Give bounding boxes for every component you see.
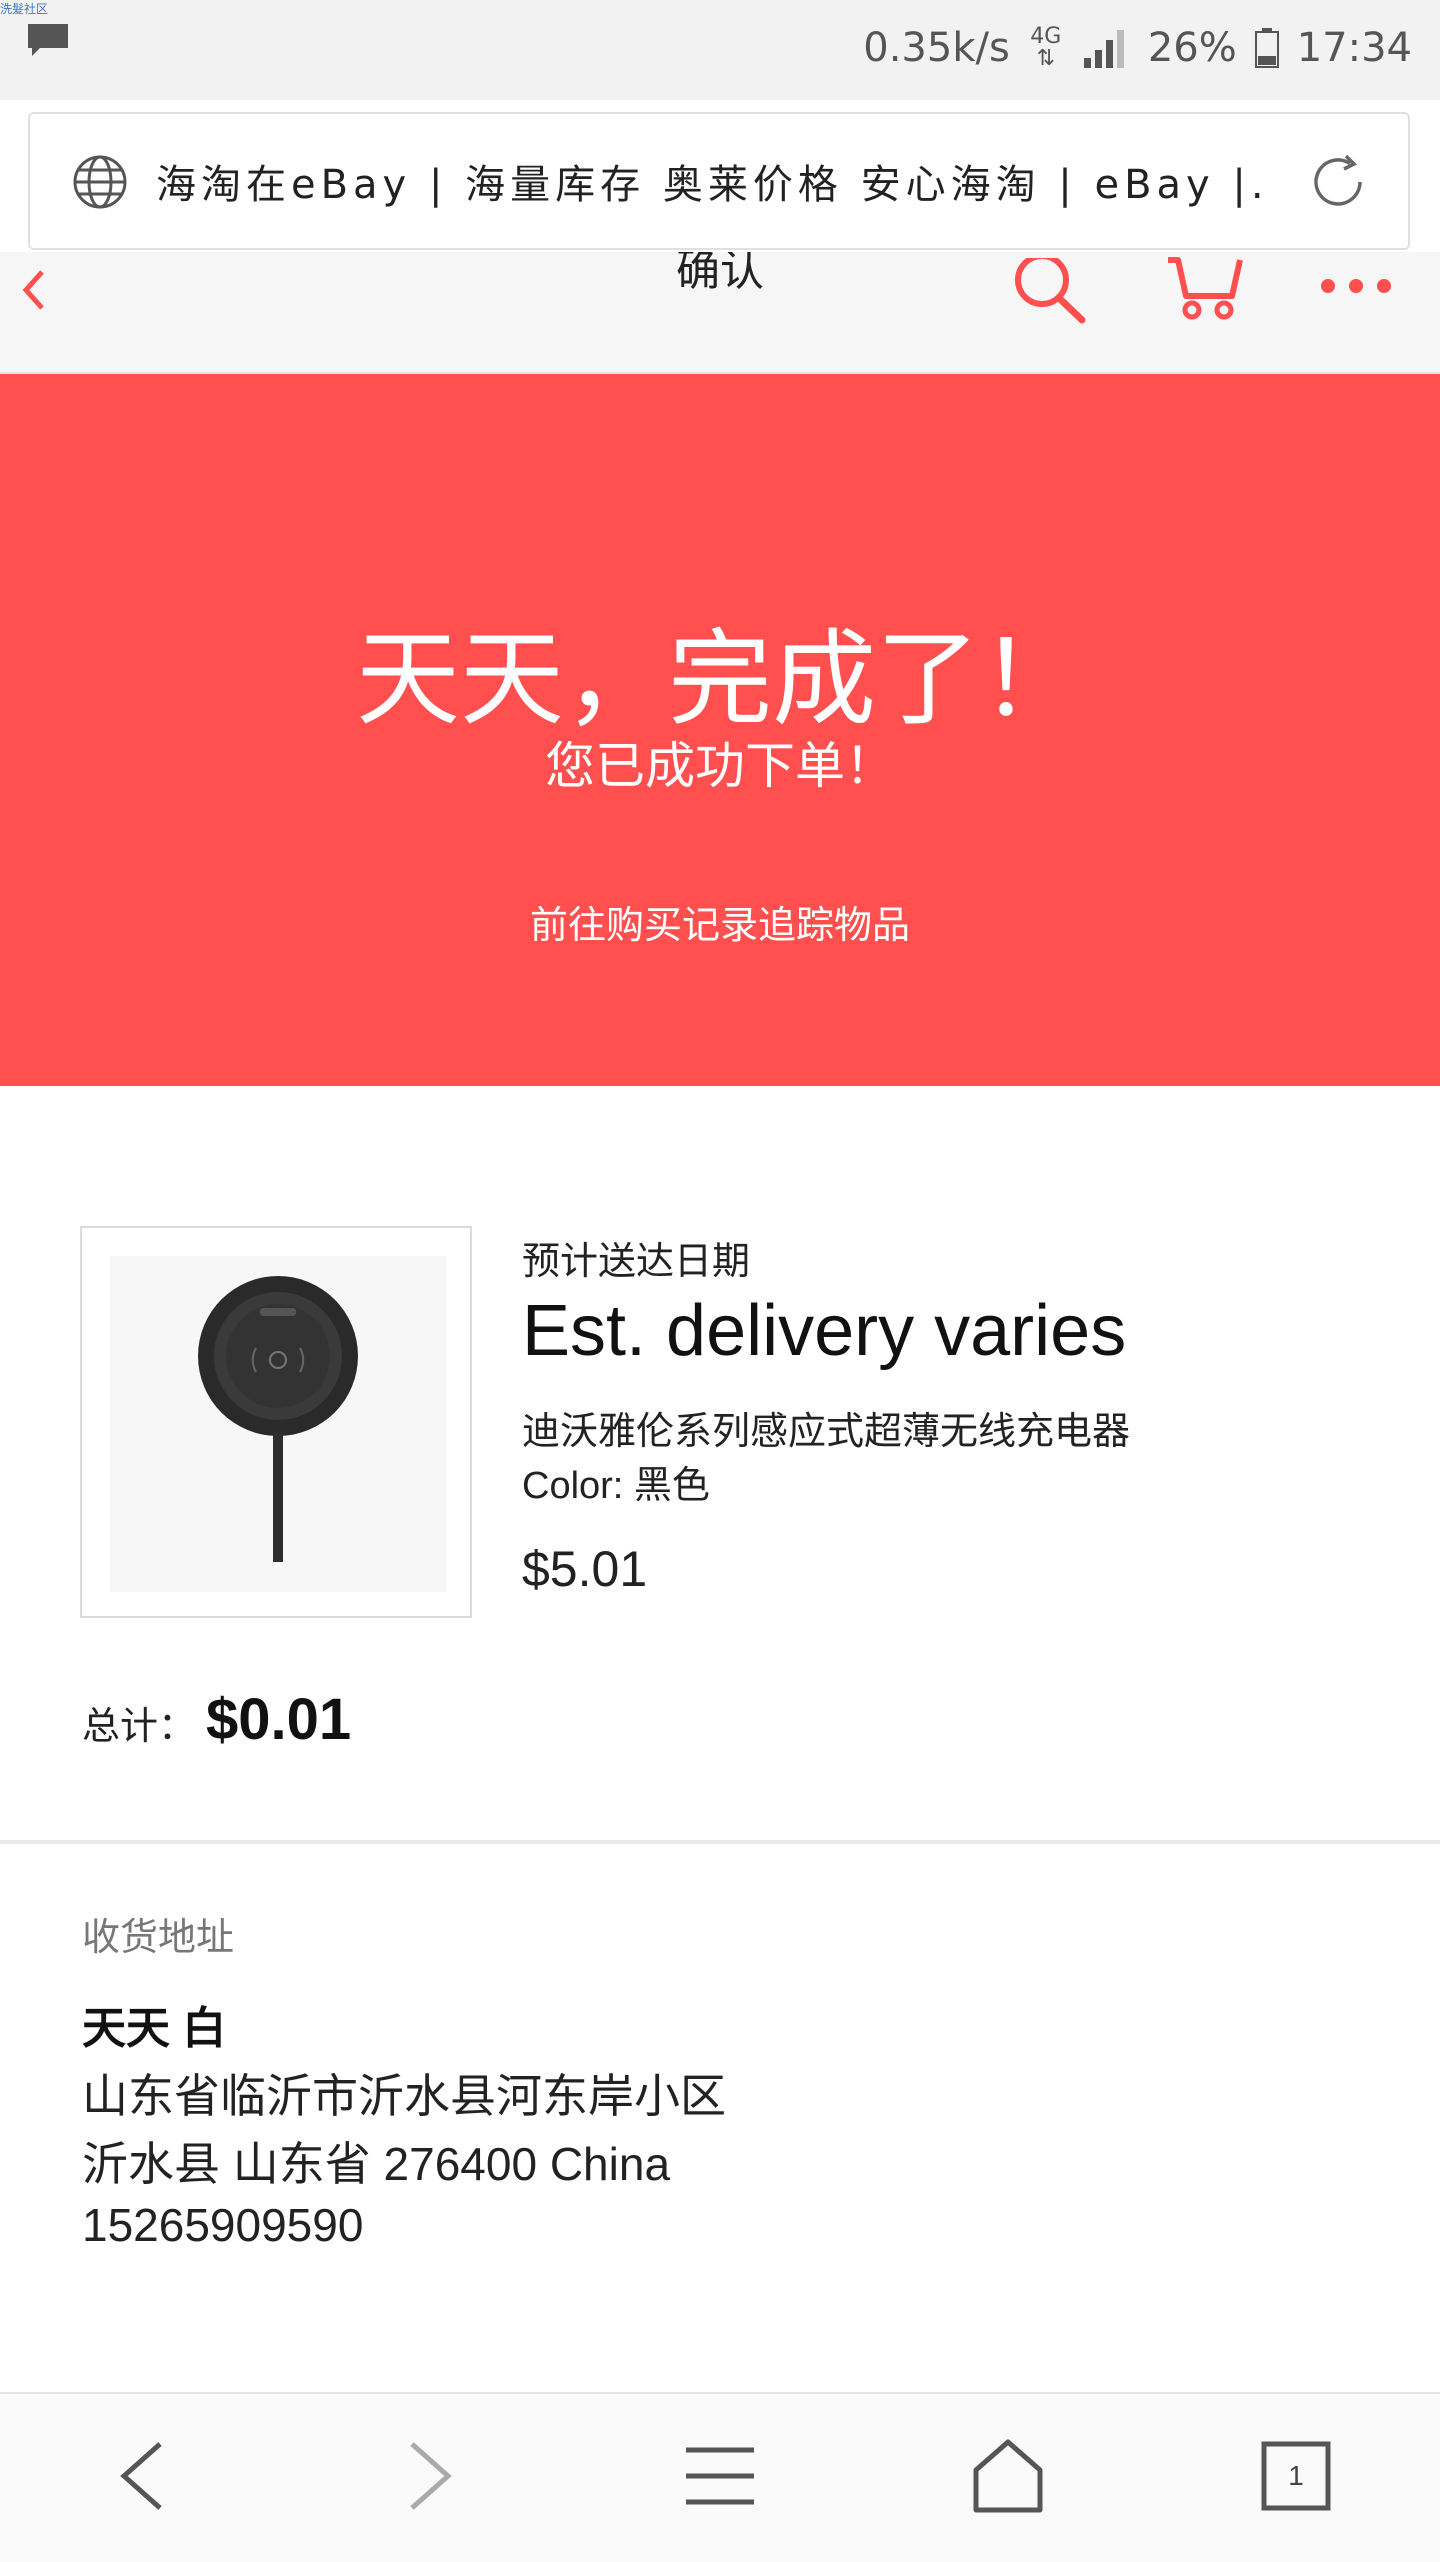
net-speed: 0.35k/s bbox=[863, 25, 1010, 71]
forward-icon[interactable] bbox=[390, 2436, 470, 2516]
more-options-icon[interactable] bbox=[1318, 276, 1394, 296]
estimated-delivery-label: 预计送达日期 bbox=[522, 1241, 751, 1283]
shipping-address-label: 收货地址 bbox=[82, 1917, 235, 1959]
battery-percent: 26% bbox=[1147, 25, 1237, 71]
banner-subtitle: 您已成功下单！ bbox=[545, 738, 895, 794]
battery-icon bbox=[1254, 28, 1279, 68]
status-indicators: 0.35k/s 4G ⇅ 26% 17:34 bbox=[863, 20, 1412, 76]
network-type-icon: 4G ⇅ bbox=[1030, 24, 1062, 71]
globe-icon bbox=[73, 155, 127, 209]
item-image[interactable] bbox=[80, 1226, 472, 1618]
refresh-icon[interactable] bbox=[1306, 150, 1370, 214]
clock: 17:34 bbox=[1296, 25, 1412, 71]
signal-icon bbox=[1083, 30, 1124, 68]
order-complete-banner: 天天，完成了！ 您已成功下单！ 前往购买记录追踪物品 bbox=[0, 374, 1440, 1086]
tab-count: 1 bbox=[1288, 2460, 1304, 2491]
order-total: 总计： $0.01 bbox=[82, 1686, 351, 1753]
wireless-charger-icon bbox=[198, 1276, 358, 1562]
item-color: Color: 黑色 bbox=[522, 1465, 710, 1507]
address-line-2: 沂水县 山东省 276400 China bbox=[82, 2138, 671, 2190]
search-icon[interactable] bbox=[1012, 258, 1088, 334]
network-type-label: 4G bbox=[1030, 24, 1062, 49]
item-image-frame bbox=[110, 1256, 446, 1592]
page-header: 确认 bbox=[0, 252, 1440, 374]
estimated-delivery-value: Est. delivery varies bbox=[522, 1291, 1127, 1371]
total-label: 总计： bbox=[82, 1706, 197, 1748]
status-tiny-label: 洗髮社区 bbox=[0, 2, 49, 16]
track-purchase-link[interactable]: 前往购买记录追踪物品 bbox=[0, 894, 1440, 949]
back-icon[interactable] bbox=[102, 2436, 182, 2516]
status-bar: 洗髮社区 0.35k/s 4G ⇅ 26% 17:34 bbox=[0, 0, 1440, 100]
page-title-in-address-bar[interactable]: 海淘在eBay | 海量库存 奥莱价格 安心海淘 | eBay |... bbox=[156, 152, 1266, 210]
cart-icon[interactable] bbox=[1164, 256, 1244, 336]
browser-bottom-nav: 1 bbox=[0, 2392, 1440, 2562]
recipient-name: 天天 白 bbox=[82, 2004, 227, 2053]
item-title[interactable]: 迪沃雅伦系列感应式超薄无线充电器 bbox=[522, 1400, 1130, 1455]
section-divider bbox=[0, 1840, 1440, 1844]
address-bar[interactable]: 海淘在eBay | 海量库存 奥莱价格 安心海淘 | eBay |... bbox=[28, 112, 1410, 250]
menu-icon[interactable] bbox=[680, 2436, 760, 2516]
item-price: $5.01 bbox=[522, 1541, 648, 1597]
total-value: $0.01 bbox=[206, 1687, 352, 1752]
home-icon[interactable] bbox=[968, 2436, 1048, 2516]
recipient-phone: 15265909590 bbox=[82, 2199, 364, 2251]
message-notification-icon bbox=[28, 24, 68, 56]
banner-title: 天天，完成了！ bbox=[355, 622, 1084, 738]
tabs-button[interactable]: 1 bbox=[1256, 2436, 1336, 2516]
address-line-1: 山东省临沂市沂水县河东岸小区 bbox=[82, 2070, 726, 2122]
